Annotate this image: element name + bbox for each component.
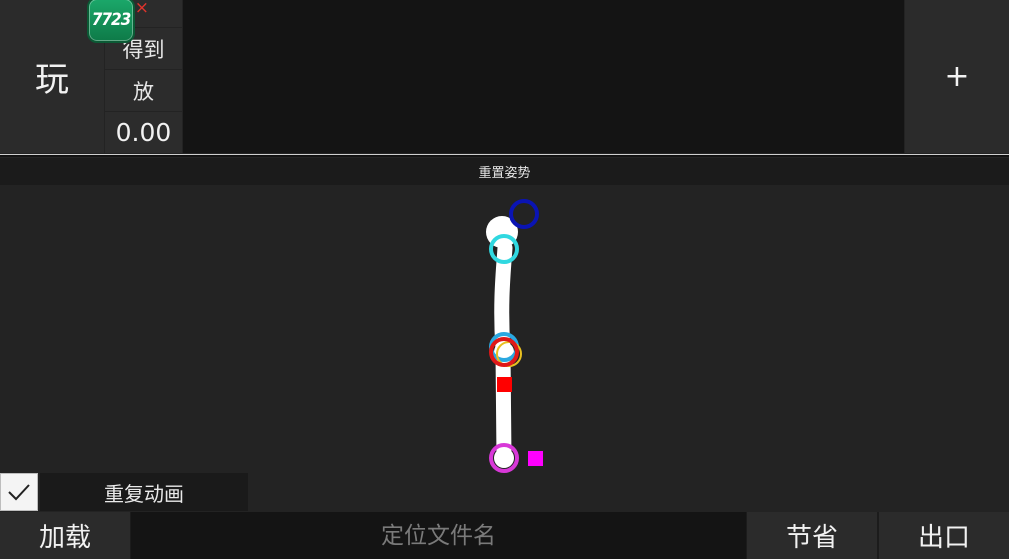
loop-checkbox[interactable] [0,473,38,511]
close-icon[interactable]: × [135,0,149,18]
timeline-area[interactable] [183,0,904,153]
animation-editor: 玩 × 得到 放 0.00 + 7723 重置姿势 重复动画 加载 定位文件名 … [0,0,1009,559]
pose-viewport[interactable] [0,185,1009,511]
knee-marker[interactable] [497,377,512,392]
bottom-bar: 加载 节省 出口 [0,512,1009,559]
pose-canvas[interactable] [0,185,1009,511]
filename-input[interactable] [131,512,746,559]
lower-limb[interactable] [495,345,512,466]
load-button[interactable]: 加载 [0,512,130,559]
head-handle[interactable] [509,199,539,229]
checkmark-icon [8,484,30,501]
save-button[interactable]: 节省 [747,512,877,559]
put-pose-button[interactable]: 放 [105,70,182,111]
export-button[interactable]: 出口 [879,512,1009,559]
time-value[interactable]: 0.00 [105,112,182,153]
divider [0,154,1009,157]
reset-pose-button[interactable]: 重置姿势 [0,158,1009,185]
app-badge-logo: 7723 [87,0,135,43]
foot-joint[interactable] [494,448,514,468]
foot-marker[interactable] [528,451,543,466]
loop-label: 重复动画 [40,473,248,511]
add-keyframe-button[interactable]: + [905,0,1009,153]
